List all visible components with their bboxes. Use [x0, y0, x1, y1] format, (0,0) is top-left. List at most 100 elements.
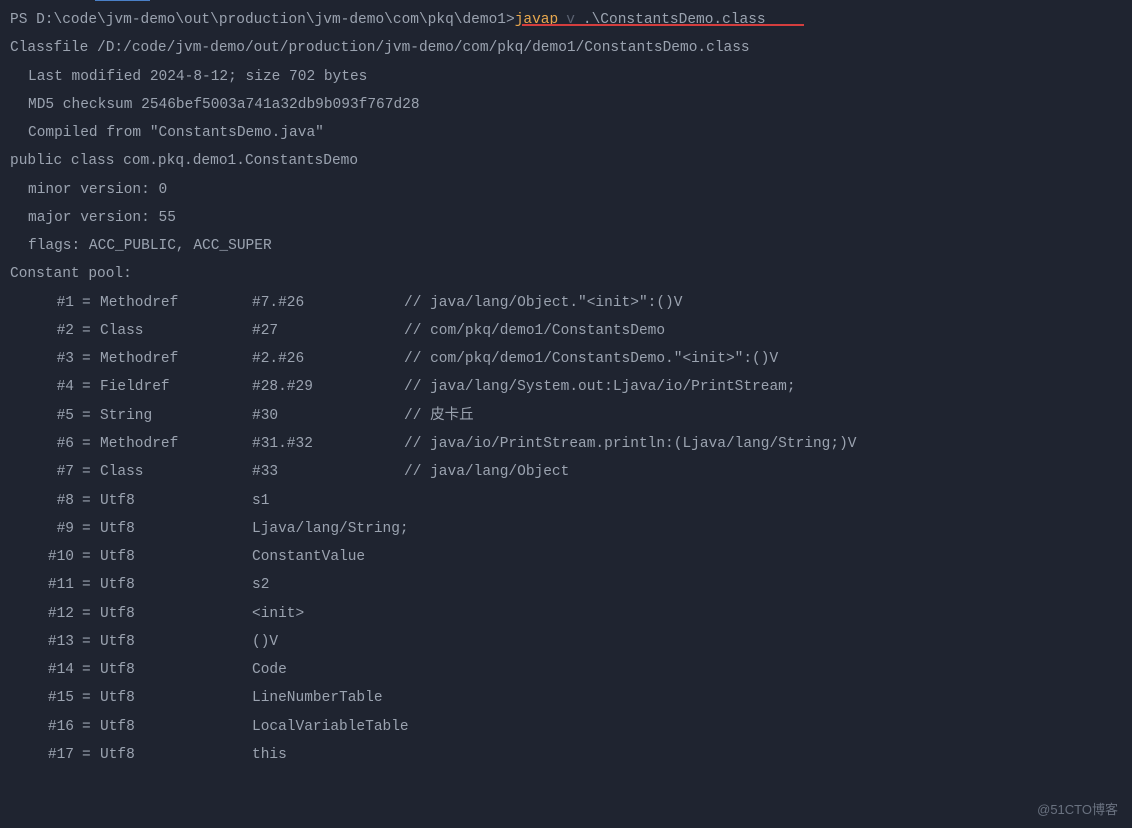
constant-pool-entry: #8= Utf8s1	[10, 487, 1122, 515]
compiled-from: Compiled from "ConstantsDemo.java"	[10, 119, 1122, 147]
equals-sign: =	[82, 487, 100, 515]
pool-index: #13	[30, 628, 82, 656]
pool-value: LineNumberTable	[252, 684, 404, 712]
pool-type: Utf8	[100, 543, 252, 571]
pool-type: Fieldref	[100, 373, 252, 401]
pool-index: #6	[30, 430, 82, 458]
command-flag: v	[566, 6, 575, 34]
pool-value: ()V	[252, 628, 404, 656]
pool-index: #2	[30, 317, 82, 345]
constant-pool-list: #1= Methodref#7.#26// java/lang/Object."…	[10, 289, 1122, 770]
pool-type: Utf8	[100, 741, 252, 769]
pool-index: #15	[30, 684, 82, 712]
pool-index: #10	[30, 543, 82, 571]
pool-index: #5	[30, 402, 82, 430]
pool-value: ConstantValue	[252, 543, 404, 571]
pool-value: s2	[252, 571, 404, 599]
last-modified: Last modified 2024-8-12; size 702 bytes	[10, 63, 1122, 91]
constant-pool-entry: #14= Utf8Code	[10, 656, 1122, 684]
pool-index: #16	[30, 713, 82, 741]
minor-version: minor version: 0	[10, 176, 1122, 204]
equals-sign: =	[82, 656, 100, 684]
equals-sign: =	[82, 373, 100, 401]
pool-index: #11	[30, 571, 82, 599]
equals-sign: =	[82, 345, 100, 373]
pool-value: Code	[252, 656, 404, 684]
pool-type: Utf8	[100, 571, 252, 599]
pool-index: #1	[30, 289, 82, 317]
prompt-path: PS D:\code\jvm-demo\out\production\jvm-d…	[10, 6, 515, 34]
red-underline-annotation	[522, 24, 804, 26]
equals-sign: =	[82, 458, 100, 486]
pool-index: #3	[30, 345, 82, 373]
constant-pool-entry: #13= Utf8()V	[10, 628, 1122, 656]
pool-index: #14	[30, 656, 82, 684]
constant-pool-entry: #7= Class#33// java/lang/Object	[10, 458, 1122, 486]
watermark: @51CTO博客	[1037, 797, 1118, 822]
pool-type: Utf8	[100, 628, 252, 656]
constant-pool-entry: #3= Methodref#2.#26// com/pkq/demo1/Cons…	[10, 345, 1122, 373]
equals-sign: =	[82, 741, 100, 769]
pool-comment: // java/lang/System.out:Ljava/io/PrintSt…	[404, 373, 796, 401]
access-flags: flags: ACC_PUBLIC, ACC_SUPER	[10, 232, 1122, 260]
pool-value: #7.#26	[252, 289, 404, 317]
command-name: javap	[515, 6, 559, 34]
equals-sign: =	[82, 600, 100, 628]
pool-index: #12	[30, 600, 82, 628]
constant-pool-entry: #1= Methodref#7.#26// java/lang/Object."…	[10, 289, 1122, 317]
equals-sign: =	[82, 571, 100, 599]
equals-sign: =	[82, 317, 100, 345]
equals-sign: =	[82, 628, 100, 656]
pool-comment: // 皮卡丘	[404, 402, 474, 430]
pool-value: #33	[252, 458, 404, 486]
pool-index: #8	[30, 487, 82, 515]
pool-value: #27	[252, 317, 404, 345]
pool-index: #4	[30, 373, 82, 401]
equals-sign: =	[82, 543, 100, 571]
pool-value: #28.#29	[252, 373, 404, 401]
terminal-prompt-line[interactable]: PS D:\code\jvm-demo\out\production\jvm-d…	[10, 6, 1122, 34]
pool-value: <init>	[252, 600, 404, 628]
pool-comment: // java/io/PrintStream.println:(Ljava/la…	[404, 430, 856, 458]
pool-type: Methodref	[100, 430, 252, 458]
constant-pool-entry: #5= String#30// 皮卡丘	[10, 402, 1122, 430]
constant-pool-entry: #6= Methodref#31.#32// java/io/PrintStre…	[10, 430, 1122, 458]
pool-type: Utf8	[100, 713, 252, 741]
pool-value: #30	[252, 402, 404, 430]
constant-pool-entry: #17= Utf8this	[10, 741, 1122, 769]
constant-pool-entry: #9= Utf8Ljava/lang/String;	[10, 515, 1122, 543]
equals-sign: =	[82, 430, 100, 458]
pool-comment: // java/lang/Object	[404, 458, 569, 486]
md5-checksum: MD5 checksum 2546bef5003a741a32db9b093f7…	[10, 91, 1122, 119]
pool-type: Class	[100, 458, 252, 486]
equals-sign: =	[82, 684, 100, 712]
equals-sign: =	[82, 713, 100, 741]
pool-index: #7	[30, 458, 82, 486]
pool-index: #9	[30, 515, 82, 543]
constant-pool-entry: #4= Fieldref#28.#29// java/lang/System.o…	[10, 373, 1122, 401]
constant-pool-label: Constant pool:	[10, 260, 1122, 288]
pool-value: #31.#32	[252, 430, 404, 458]
equals-sign: =	[82, 402, 100, 430]
constant-pool-entry: #11= Utf8s2	[10, 571, 1122, 599]
pool-comment: // java/lang/Object."<init>":()V	[404, 289, 682, 317]
pool-value: s1	[252, 487, 404, 515]
equals-sign: =	[82, 515, 100, 543]
pool-type: String	[100, 402, 252, 430]
pool-value: #2.#26	[252, 345, 404, 373]
constant-pool-entry: #16= Utf8LocalVariableTable	[10, 713, 1122, 741]
pool-comment: // com/pkq/demo1/ConstantsDemo."<init>":…	[404, 345, 778, 373]
pool-comment: // com/pkq/demo1/ConstantsDemo	[404, 317, 665, 345]
pool-type: Utf8	[100, 684, 252, 712]
constant-pool-entry: #15= Utf8LineNumberTable	[10, 684, 1122, 712]
pool-value: LocalVariableTable	[252, 713, 404, 741]
pool-type: Utf8	[100, 656, 252, 684]
major-version: major version: 55	[10, 204, 1122, 232]
pool-type: Utf8	[100, 487, 252, 515]
pool-value: this	[252, 741, 404, 769]
pool-type: Methodref	[100, 289, 252, 317]
pool-value: Ljava/lang/String;	[252, 515, 404, 543]
pool-type: Utf8	[100, 600, 252, 628]
pool-type: Utf8	[100, 515, 252, 543]
pool-type: Class	[100, 317, 252, 345]
